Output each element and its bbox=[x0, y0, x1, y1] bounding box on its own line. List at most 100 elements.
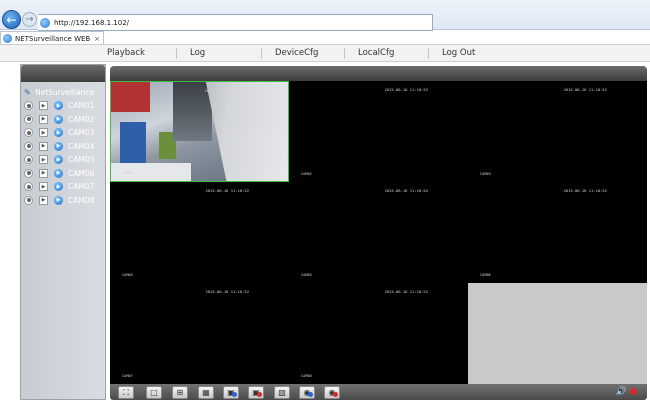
menu-devicecfg[interactable]: DeviceCfg bbox=[275, 48, 318, 58]
tile-timestamp: 2015-06-16 11:10:52 bbox=[384, 188, 428, 193]
camera-row[interactable]: ▶ ▶ CAM05 bbox=[21, 153, 105, 167]
play-icon[interactable]: ▶ bbox=[39, 155, 48, 165]
camera-row[interactable]: ▶ ▶ CAM07 bbox=[21, 180, 105, 194]
stream-icon[interactable]: ▶ bbox=[54, 155, 63, 165]
video-tile[interactable] bbox=[468, 283, 647, 384]
camera-row[interactable]: ▶ ▶ CAM02 bbox=[21, 113, 105, 127]
tile-camera-name: CAM03 bbox=[480, 172, 491, 176]
close-all-button[interactable]: ▣ bbox=[248, 386, 264, 399]
camera-row[interactable]: ▶ ▶ CAM03 bbox=[21, 126, 105, 140]
video-tile[interactable]: 2015-06-16 11:10:52 CAM03 bbox=[468, 81, 647, 182]
quad-view-button[interactable]: ⊞ bbox=[172, 386, 188, 399]
site-favicon-icon bbox=[40, 17, 50, 28]
video-tile[interactable]: 2015-06-16 11:10:52 CAM04 bbox=[110, 182, 289, 283]
nine-view-button[interactable]: ▦ bbox=[198, 386, 214, 399]
forward-button[interactable]: → bbox=[22, 12, 37, 27]
tab-title: NETSurveillance WEB bbox=[15, 34, 91, 43]
record-toggle-icon[interactable] bbox=[24, 141, 33, 151]
camera-label: CAM08 bbox=[68, 195, 95, 205]
tile-timestamp: 2015-06-16 11:10:52 bbox=[205, 188, 249, 193]
video-tile[interactable]: 2015-06-16 11:10:52 CAM01 bbox=[110, 81, 289, 182]
menu-bar: Playback Log DeviceCfg LocalCfg Log Out bbox=[0, 45, 650, 62]
camera-label: CAM06 bbox=[68, 168, 95, 178]
open-all-button[interactable]: ▣ bbox=[223, 386, 239, 399]
menu-localcfg[interactable]: LocalCfg bbox=[358, 48, 394, 58]
play-icon[interactable]: ▶ bbox=[39, 128, 48, 138]
menu-logout[interactable]: Log Out bbox=[442, 48, 475, 58]
play-icon[interactable]: ▶ bbox=[39, 195, 48, 205]
video-tile[interactable]: 2015-06-16 11:10:52 CAM08 bbox=[289, 283, 468, 384]
stream-icon[interactable]: ▶ bbox=[54, 114, 63, 124]
play-icon[interactable]: ▶ bbox=[39, 114, 48, 124]
tile-camera-name: CAM04 bbox=[122, 273, 133, 277]
address-bar[interactable]: http://192.168.1.102/ bbox=[38, 14, 433, 31]
record-toggle-icon[interactable] bbox=[24, 101, 33, 111]
menu-playback[interactable]: Playback bbox=[107, 48, 145, 58]
stream-icon[interactable]: ▶ bbox=[54, 101, 63, 111]
device-icon: ✎ bbox=[24, 87, 31, 97]
video-tile[interactable]: 2015-06-16 11:10:52 CAM02 bbox=[289, 81, 468, 182]
record-button[interactable]: ◉ bbox=[299, 386, 315, 399]
browser-tab[interactable]: NETSurveillance WEB × bbox=[0, 31, 104, 45]
camera-row[interactable]: ▶ ▶ CAM08 bbox=[21, 194, 105, 208]
play-icon[interactable]: ▶ bbox=[39, 182, 48, 192]
camera-label: CAM05 bbox=[68, 155, 95, 165]
video-tile[interactable]: 2015-06-16 11:10:52 CAM05 bbox=[289, 182, 468, 283]
sidebar-header bbox=[21, 65, 105, 82]
url-text[interactable]: http://192.168.1.102/ bbox=[54, 19, 129, 27]
play-icon[interactable]: ▶ bbox=[39, 168, 48, 178]
record-toggle-icon[interactable] bbox=[24, 182, 33, 192]
tile-timestamp: 2015-06-16 11:10:52 bbox=[384, 87, 428, 92]
camera-label: CAM04 bbox=[68, 141, 95, 151]
back-button[interactable]: ← bbox=[2, 10, 21, 29]
nine-view-icon: ▦ bbox=[202, 388, 210, 397]
menu-log[interactable]: Log bbox=[190, 48, 205, 58]
camera-row[interactable]: ▶ ▶ CAM06 bbox=[21, 167, 105, 181]
stream-icon[interactable]: ▶ bbox=[54, 128, 63, 138]
record-toggle-icon[interactable] bbox=[24, 195, 33, 205]
volume-icon[interactable]: 🔊 bbox=[616, 387, 627, 397]
device-tree-root[interactable]: ✎ NetSurveillance bbox=[21, 85, 105, 99]
menu-separator bbox=[261, 48, 262, 59]
tab-close-icon[interactable]: × bbox=[94, 35, 100, 43]
stream-icon[interactable]: ▶ bbox=[54, 182, 63, 192]
snapshot-icon: ▨ bbox=[278, 388, 286, 397]
camera-row[interactable]: ▶ ▶ CAM01 bbox=[21, 99, 105, 113]
browser-toolbar: ← → http://192.168.1.102/ bbox=[0, 0, 650, 31]
tile-camera-name: CAM01 bbox=[123, 171, 134, 175]
camera-label: CAM02 bbox=[68, 114, 95, 124]
video-tile[interactable]: 2015-06-16 11:10:52 CAM06 bbox=[468, 182, 647, 283]
stream-icon[interactable]: ▶ bbox=[54, 168, 63, 178]
tile-camera-name: CAM02 bbox=[301, 172, 312, 176]
tile-timestamp: 2015-06-16 11:10:52 bbox=[205, 289, 249, 294]
camera-label: CAM03 bbox=[68, 128, 95, 138]
camera-row[interactable]: ▶ ▶ CAM04 bbox=[21, 140, 105, 154]
video-tile[interactable]: 2015-06-16 11:10:52 CAM07 bbox=[110, 283, 289, 384]
snapshot-button[interactable]: ▨ bbox=[274, 386, 290, 399]
fullscreen-button[interactable]: ⛶ bbox=[118, 386, 134, 399]
record-toggle-icon[interactable] bbox=[24, 155, 33, 165]
menu-separator bbox=[344, 48, 345, 59]
record-toggle-icon[interactable] bbox=[24, 168, 33, 178]
camera-feed bbox=[111, 82, 288, 181]
view-toolbar: 🔊 ⛶ □ ⊞ ▦ ▣ ▣ ▨ ◉ ◉ bbox=[110, 384, 647, 400]
tile-camera-name: CAM07 bbox=[122, 374, 133, 378]
mute-icon[interactable] bbox=[630, 388, 637, 395]
stop-record-button[interactable]: ◉ bbox=[324, 386, 340, 399]
video-panel-header bbox=[110, 66, 647, 81]
single-view-button[interactable]: □ bbox=[146, 386, 162, 399]
play-icon[interactable]: ▶ bbox=[39, 141, 48, 151]
video-grid: 2015-06-16 11:10:52 CAM01 2015-06-16 11:10… bbox=[110, 81, 647, 384]
tile-timestamp: 2015-06-16 11:10:52 bbox=[204, 88, 248, 93]
device-name: NetSurveillance bbox=[35, 87, 95, 97]
tile-camera-name: CAM06 bbox=[480, 273, 491, 277]
record-toggle-icon[interactable] bbox=[24, 114, 33, 124]
tile-camera-name: CAM08 bbox=[301, 374, 312, 378]
single-view-icon: □ bbox=[150, 388, 158, 397]
camera-list: ▶ ▶ CAM01 ▶ ▶ CAM02 ▶ ▶ CAM03 ▶ ▶ CAM04 ▶ ▶ CAM05 ▶ ▶ CAM… bbox=[21, 99, 105, 207]
play-icon[interactable]: ▶ bbox=[39, 101, 48, 111]
record-toggle-icon[interactable] bbox=[24, 128, 33, 138]
stream-icon[interactable]: ▶ bbox=[54, 195, 63, 205]
stream-icon[interactable]: ▶ bbox=[54, 141, 63, 151]
menu-separator bbox=[428, 48, 429, 59]
